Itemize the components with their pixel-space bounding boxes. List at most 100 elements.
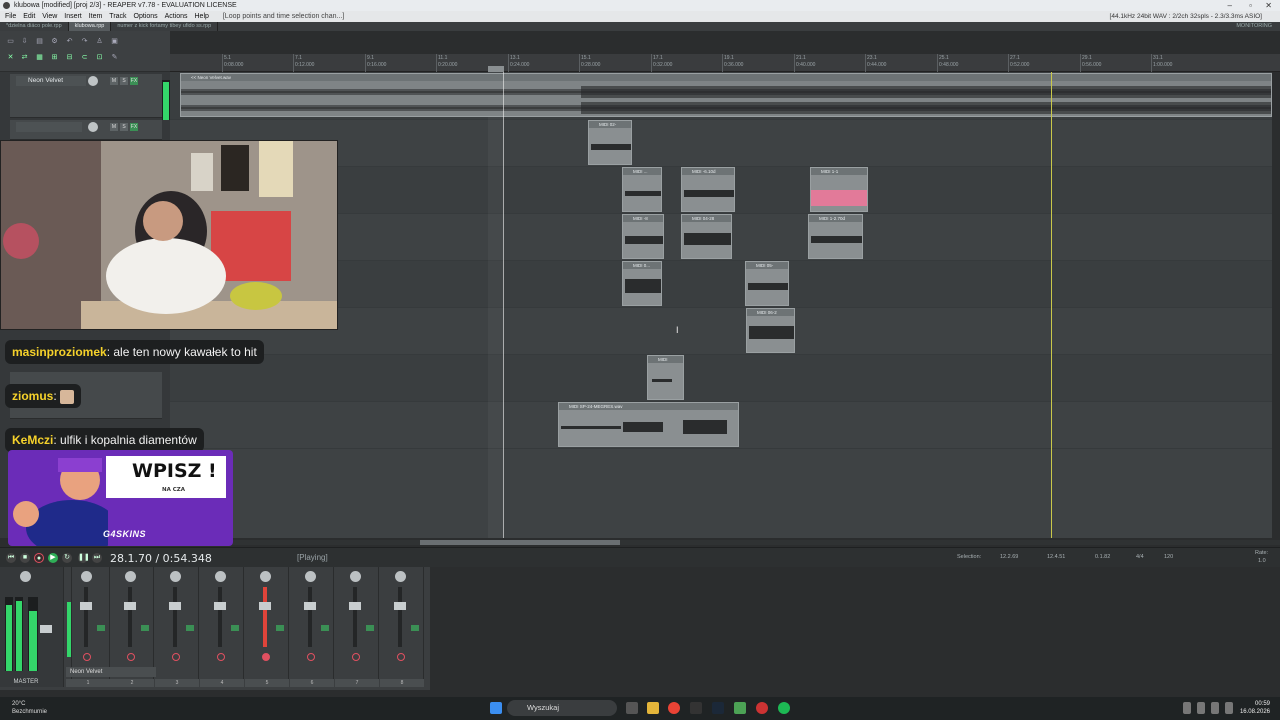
fx-button[interactable] <box>97 625 105 631</box>
settings-icon[interactable]: ⚙ <box>50 37 59 46</box>
stop-icon[interactable]: ■ <box>20 553 30 563</box>
weather-widget[interactable]: 20°C Bezchmurnie <box>12 700 47 716</box>
menu-track[interactable]: Track <box>109 11 126 22</box>
repeat-icon[interactable]: ↻ <box>62 553 72 563</box>
tab-project-1[interactable]: *dzielna diáco pole.rpp <box>0 22 69 31</box>
selection-length[interactable]: 0.1.82 <box>1095 554 1110 560</box>
record-arm-icon[interactable] <box>217 653 225 661</box>
mute-button[interactable]: M <box>110 77 118 85</box>
search-box[interactable]: Wyszukaj <box>507 700 617 716</box>
pan-knob[interactable] <box>260 571 271 582</box>
audio-format-status[interactable]: [44.1kHz 24bit WAV : 2/2ch 32spls - 2.3/… <box>1110 11 1262 22</box>
record-arm-icon[interactable] <box>352 653 360 661</box>
fx-button[interactable] <box>366 625 374 631</box>
midi-item[interactable]: MIDI ... <box>622 167 662 212</box>
fx-button[interactable] <box>276 625 284 631</box>
midi-item[interactable]: MIDI -8 <box>622 214 664 259</box>
record-arm-icon[interactable] <box>307 653 315 661</box>
selection-end[interactable]: 12.4.51 <box>1047 554 1065 560</box>
fx-button[interactable] <box>231 625 239 631</box>
mixer-channel[interactable]: 3 <box>155 567 199 687</box>
mixer-channel[interactable]: 4 <box>200 567 244 687</box>
menu-edit[interactable]: Edit <box>23 11 35 22</box>
track-name[interactable]: Neon Velvet <box>16 76 86 86</box>
fader-handle[interactable] <box>304 602 316 610</box>
clock[interactable]: 00:59 16.08.2026 <box>1240 700 1270 716</box>
midi-item[interactable]: MIDI 02- <box>588 120 632 165</box>
crossfade-icon[interactable]: ⊂ <box>80 53 89 62</box>
tray-chevron-icon[interactable] <box>1183 702 1191 714</box>
record-arm-icon[interactable] <box>127 653 135 661</box>
fader-handle[interactable] <box>394 602 406 610</box>
midi-item[interactable]: MIDI 06-2 <box>746 308 795 353</box>
rate-value[interactable]: 1.0 <box>1258 558 1266 564</box>
time-selection[interactable] <box>488 72 504 538</box>
pan-knob[interactable] <box>395 571 406 582</box>
midi-item[interactable]: MIDI 05- <box>745 261 789 306</box>
spotify-icon[interactable] <box>778 702 790 714</box>
track-header[interactable]: M S FX <box>10 120 162 140</box>
fader-handle[interactable] <box>124 602 136 610</box>
file-explorer-icon[interactable] <box>647 702 659 714</box>
monitoring-label[interactable]: MONITORING <box>1236 22 1272 31</box>
obs-icon[interactable] <box>756 702 768 714</box>
go-to-end-icon[interactable]: ⏭ <box>92 553 102 563</box>
steam-icon[interactable] <box>712 702 724 714</box>
time-position[interactable]: 28.1.70 / 0:54.348 <box>110 552 212 565</box>
menu-item[interactable]: Item <box>89 11 103 22</box>
record-arm-icon[interactable] <box>397 653 405 661</box>
grouping-icon[interactable]: ⊞ <box>50 53 59 62</box>
pan-knob[interactable] <box>350 571 361 582</box>
pencil-icon[interactable]: ✎ <box>110 53 119 62</box>
app-icon[interactable] <box>690 702 702 714</box>
selection-start[interactable]: 12.2.69 <box>1000 554 1018 560</box>
horizontal-scrollbar[interactable] <box>170 540 1280 545</box>
chrome-icon[interactable] <box>668 702 680 714</box>
grid-icon[interactable]: ✕ <box>6 53 15 62</box>
play-icon[interactable]: ▶ <box>48 553 58 563</box>
volume-icon[interactable] <box>1225 702 1233 714</box>
snap-icon[interactable]: ▦ <box>35 53 44 62</box>
volume-knob[interactable] <box>88 76 98 86</box>
network-icon[interactable] <box>1211 702 1219 714</box>
volume-knob[interactable] <box>88 122 98 132</box>
mixer-channel[interactable]: 5 <box>245 567 289 687</box>
tab-project-2[interactable]: klubowa.rpp <box>68 22 112 31</box>
media-item-main[interactable]: << Neon Velvet.wav <box>180 73 1272 117</box>
midi-item[interactable]: MIDI 1-1 <box>810 167 868 212</box>
midi-item[interactable]: MIDI 04-28 <box>681 214 732 259</box>
scrollbar-thumb[interactable] <box>420 540 620 545</box>
pan-knob[interactable] <box>81 571 92 582</box>
tempo-bpm[interactable]: 120 <box>1164 554 1173 560</box>
record-arm-icon[interactable] <box>83 653 91 661</box>
reaper-taskbar-icon[interactable] <box>734 702 746 714</box>
fader-handle[interactable] <box>80 602 92 610</box>
maximize-icon[interactable]: ▫ <box>1249 0 1252 11</box>
fader-handle[interactable] <box>169 602 181 610</box>
redo-icon[interactable]: ↷ <box>80 37 89 46</box>
record-icon[interactable]: ● <box>34 553 44 563</box>
go-to-start-icon[interactable]: ⏮ <box>6 553 16 563</box>
mixer-channel[interactable]: 8 <box>380 567 424 687</box>
fx-button[interactable]: FX <box>130 77 138 85</box>
timeline-ruler[interactable]: 5.1 0:08.000 7.1 0:12.000 9.1 0:16.000 11.1… <box>170 54 1280 72</box>
minimize-icon[interactable]: – <box>1228 0 1232 11</box>
solo-button[interactable]: S <box>120 77 128 85</box>
menu-view[interactable]: View <box>42 11 57 22</box>
pan-knob[interactable] <box>170 571 181 582</box>
mixer-channel[interactable]: 6 <box>290 567 334 687</box>
save-project-icon[interactable]: ▤ <box>35 37 44 46</box>
start-icon[interactable] <box>490 702 502 714</box>
pan-knob[interactable] <box>215 571 226 582</box>
mixer-track-name[interactable]: Neon Velvet <box>66 667 156 677</box>
menu-insert[interactable]: Insert <box>64 11 82 22</box>
task-view-icon[interactable] <box>626 702 638 714</box>
midi-item[interactable]: MIDI <box>647 355 684 400</box>
new-project-icon[interactable]: ▭ <box>6 37 15 46</box>
fx-button[interactable] <box>186 625 194 631</box>
fx-button[interactable] <box>321 625 329 631</box>
record-arm-icon[interactable] <box>172 653 180 661</box>
envelope-icon[interactable]: ⊟ <box>65 53 74 62</box>
midi-item[interactable]: MIDI -6.10d <box>681 167 735 212</box>
close-icon[interactable]: ✕ <box>1265 0 1272 11</box>
